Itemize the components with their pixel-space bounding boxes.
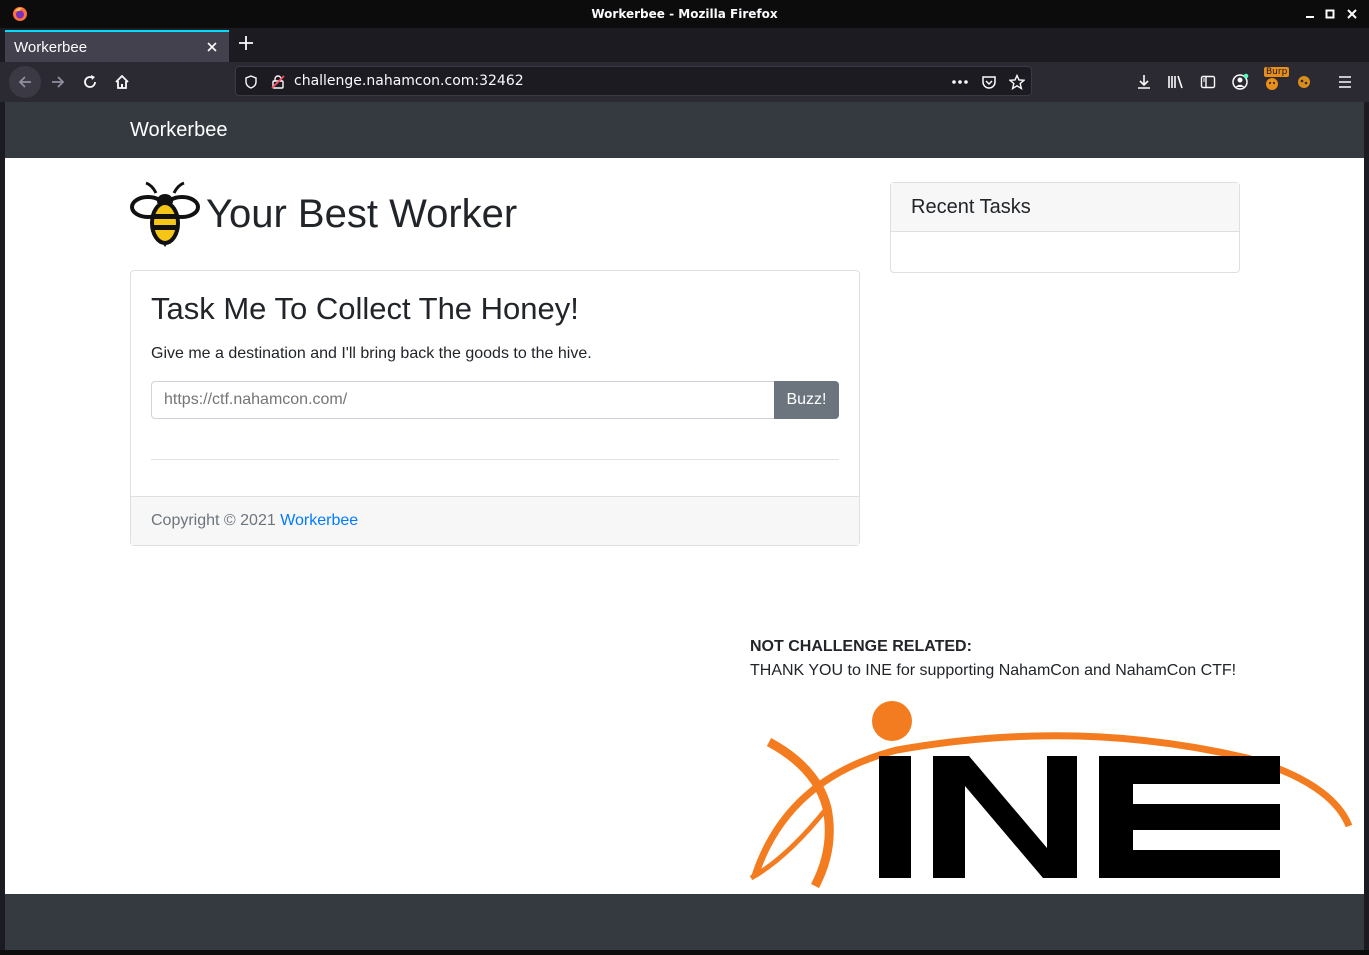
- menu-icon[interactable]: [1335, 72, 1355, 92]
- minimize-icon[interactable]: [1300, 4, 1320, 24]
- recent-tasks-title: Recent Tasks: [911, 196, 1031, 218]
- browser-toolbar: challenge.nahamcon.com:32462: [0, 62, 1369, 102]
- back-icon[interactable]: [9, 66, 41, 98]
- hero-header: Your Best Worker: [130, 180, 517, 248]
- page-title: Your Best Worker: [206, 191, 518, 236]
- bookmark-star-icon[interactable]: [1008, 73, 1026, 91]
- tab-title: Workerbee: [14, 39, 88, 56]
- window-titlebar: Workerbee - Mozilla Firefox: [0, 0, 1369, 28]
- sponsor-header: NOT CHALLENGE RELATED:: [750, 638, 972, 655]
- url-bar[interactable]: challenge.nahamcon.com:32462: [235, 66, 1032, 96]
- burp-badge: Burp: [1264, 67, 1290, 77]
- new-tab-icon[interactable]: [236, 33, 256, 53]
- url-text[interactable]: challenge.nahamcon.com:32462: [294, 73, 524, 89]
- buzz-button[interactable]: Buzz!: [774, 381, 839, 419]
- card-title: Task Me To Collect The Honey!: [151, 291, 579, 326]
- account-icon[interactable]: [1230, 72, 1250, 92]
- card-footer: Copyright © 2021 Workerbee: [131, 496, 859, 545]
- reload-icon[interactable]: [74, 66, 106, 98]
- bottom-bar: [5, 894, 1364, 950]
- page-viewport: Workerbee Your Best Worker Task Me To Co…: [5, 102, 1364, 894]
- close-tab-icon[interactable]: [203, 38, 221, 56]
- insecure-lock-icon[interactable]: [269, 73, 287, 91]
- close-window-icon[interactable]: [1342, 4, 1362, 24]
- site-brand[interactable]: Workerbee: [130, 119, 227, 142]
- sponsor-notice: NOT CHALLENGE RELATED: THANK YOU to INE …: [750, 635, 1236, 683]
- copyright-text: Copyright © 2021 Workerbee: [151, 512, 358, 530]
- ine-logo: [749, 701, 1352, 889]
- sponsor-text: THANK YOU to INE for supporting NahamCon…: [750, 662, 1237, 679]
- window-frame-edge: [0, 950, 1369, 955]
- pocket-icon[interactable]: [980, 73, 998, 91]
- divider: [151, 459, 839, 460]
- copyright-prefix: Copyright © 2021: [151, 512, 276, 529]
- extension-icon[interactable]: [1294, 72, 1314, 92]
- destination-url-input[interactable]: [151, 381, 775, 419]
- sidebar-icon[interactable]: [1198, 72, 1218, 92]
- tab-workerbee[interactable]: Workerbee: [5, 30, 229, 62]
- library-icon[interactable]: [1166, 72, 1186, 92]
- recent-tasks-header: Recent Tasks: [891, 183, 1239, 232]
- downloads-icon[interactable]: [1134, 72, 1154, 92]
- forward-icon[interactable]: [42, 66, 74, 98]
- tab-strip: Workerbee: [0, 28, 1369, 62]
- card-description: Give me a destination and I'll bring bac…: [151, 345, 592, 362]
- page-actions-icon[interactable]: [951, 73, 969, 91]
- footer-workerbee-link[interactable]: Workerbee: [280, 512, 358, 529]
- home-icon[interactable]: [106, 66, 138, 98]
- window-title: Workerbee - Mozilla Firefox: [591, 7, 778, 21]
- task-card: Task Me To Collect The Honey! Give me a …: [130, 270, 860, 546]
- maximize-icon[interactable]: [1320, 4, 1340, 24]
- site-navbar: Workerbee: [5, 102, 1364, 158]
- recent-tasks-card: Recent Tasks: [890, 182, 1240, 273]
- bee-logo-icon: [130, 181, 200, 247]
- tracking-shield-icon[interactable]: [242, 73, 260, 91]
